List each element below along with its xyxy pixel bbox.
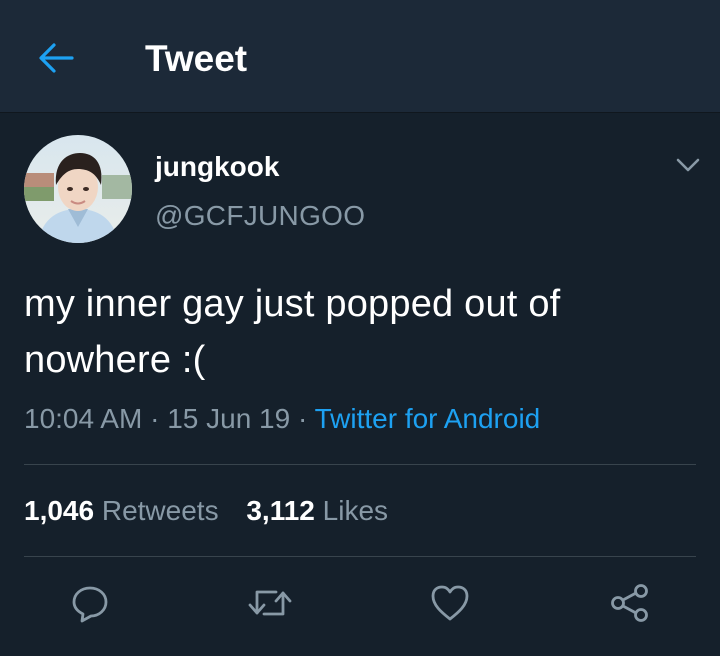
- tweet-source-link[interactable]: Twitter for Android: [315, 403, 541, 434]
- tweet-menu-button[interactable]: [670, 150, 706, 180]
- tweet-text: my inner gay just popped out of nowhere …: [24, 283, 561, 381]
- retweets-count: 1,046: [24, 495, 95, 526]
- avatar-photo: [24, 135, 132, 243]
- tweet-time: 10:04 AM: [24, 403, 143, 434]
- meta-separator: ·: [150, 403, 160, 434]
- display-name[interactable]: jungkook: [155, 151, 279, 183]
- tweet-date: 15 Jun 19: [167, 403, 291, 434]
- divider: [24, 556, 696, 557]
- likes-count: 3,112: [246, 495, 315, 526]
- share-icon: [611, 584, 648, 622]
- retweet-button[interactable]: [246, 580, 294, 626]
- arrow-left-icon: [39, 43, 74, 73]
- tweet-meta: 10:04 AM · 15 Jun 19 · Twitter for Andro…: [24, 402, 540, 436]
- top-app-bar: Tweet: [0, 0, 720, 113]
- avatar[interactable]: [24, 135, 132, 243]
- likes-label: Likes: [322, 495, 389, 526]
- retweet-icon: [248, 590, 292, 616]
- reply-button[interactable]: [66, 580, 114, 626]
- retweets-stat[interactable]: 1,046 Retweets: [24, 494, 219, 528]
- likes-stat[interactable]: 3,112 Likes: [246, 494, 388, 528]
- chevron-down-icon: [676, 158, 700, 172]
- back-button[interactable]: [30, 36, 82, 80]
- divider: [24, 464, 696, 465]
- like-button[interactable]: [426, 580, 474, 626]
- tweet-stats: 1,046 Retweets 3,112 Likes: [24, 494, 388, 528]
- reply-icon: [72, 586, 108, 623]
- like-heart-icon: [431, 585, 469, 621]
- user-handle: @GCFJUNGOO: [155, 200, 366, 231]
- retweets-label: Retweets: [101, 495, 219, 526]
- meta-separator: ·: [297, 403, 308, 434]
- page-title: Tweet: [145, 38, 248, 79]
- share-button[interactable]: [606, 580, 654, 626]
